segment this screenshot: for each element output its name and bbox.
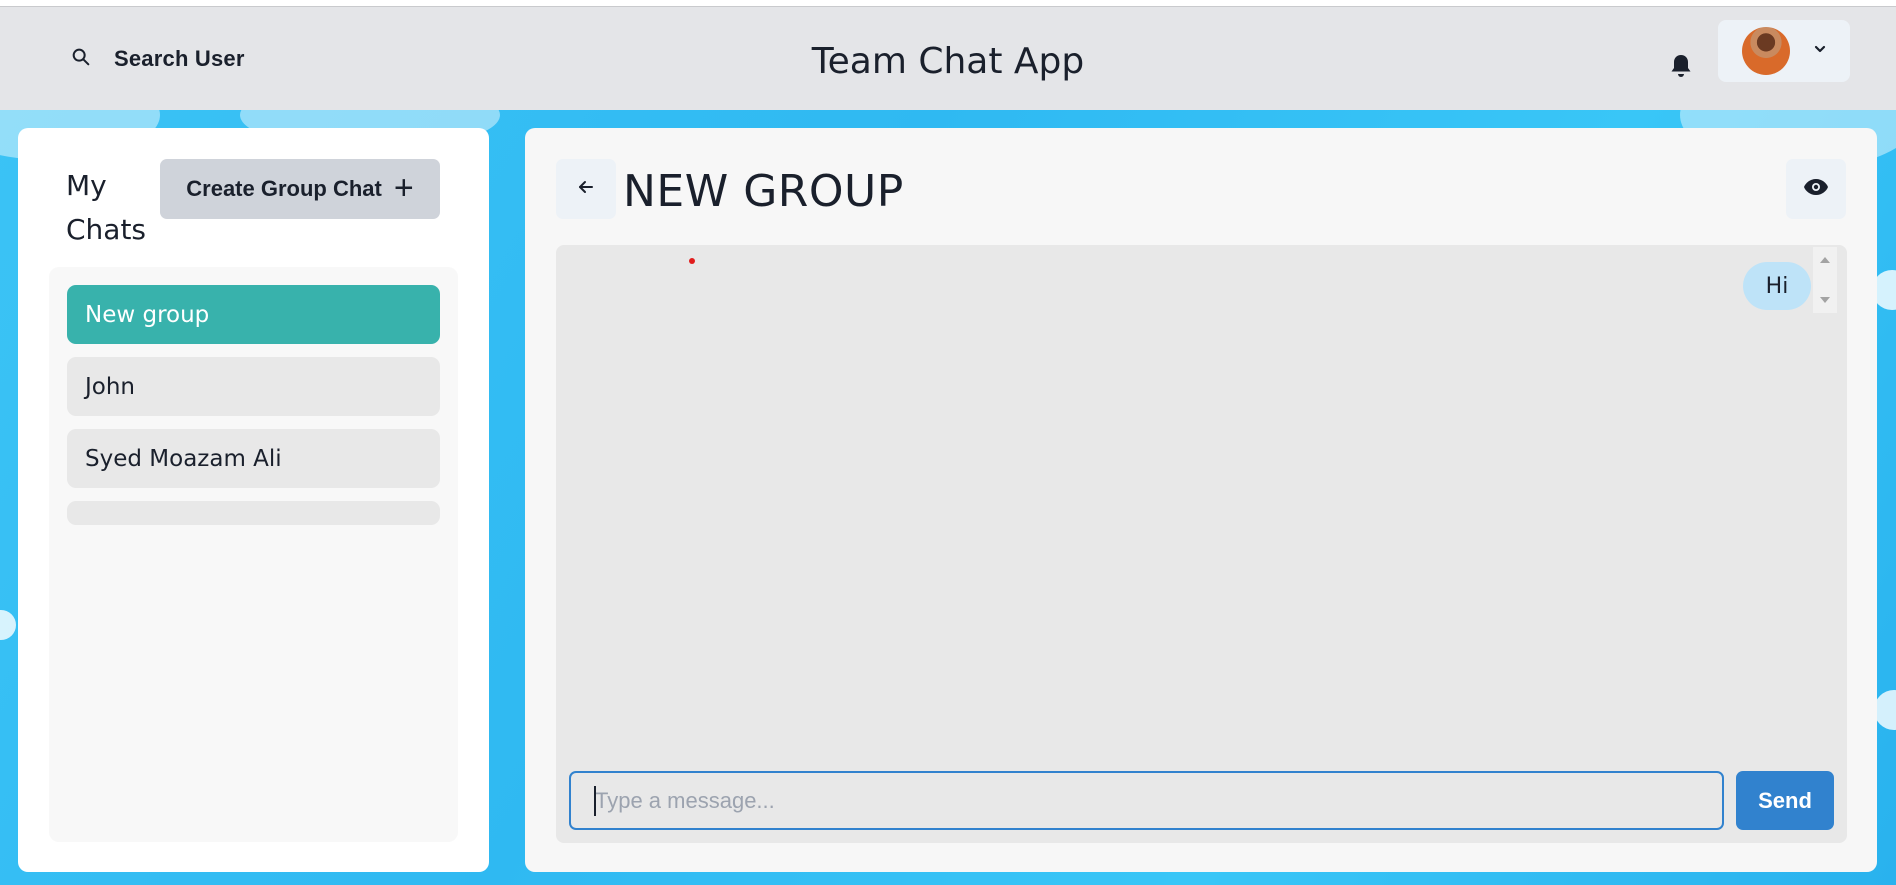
- messages-area: Hi Send: [556, 245, 1847, 843]
- plus-icon: +: [393, 168, 414, 207]
- avatar: [1742, 27, 1790, 75]
- chat-item-new-group[interactable]: New group: [67, 285, 440, 344]
- chat-title: NEW GROUP: [623, 166, 904, 217]
- my-chats-title: My Chats: [66, 169, 147, 246]
- chat-item-partial[interactable]: [67, 501, 440, 525]
- back-button[interactable]: [556, 159, 616, 219]
- app-title: Team Chat App: [811, 41, 1085, 82]
- create-group-chat-label: Create Group Chat: [186, 176, 382, 201]
- scroll-down-icon[interactable]: [1820, 297, 1830, 303]
- text-caret: [594, 786, 596, 816]
- my-chats-panel: My Chats Create Group Chat + New group J…: [18, 128, 489, 872]
- chat-item-label: Syed Moazam Ali: [85, 445, 282, 472]
- top-bar: Search User Team Chat App: [0, 6, 1896, 110]
- view-group-button[interactable]: [1786, 159, 1846, 219]
- messages-scrollbar[interactable]: [1813, 247, 1837, 313]
- create-group-chat-button[interactable]: Create Group Chat +: [160, 159, 440, 219]
- arrow-left-icon: [577, 178, 595, 201]
- send-button[interactable]: Send: [1736, 771, 1834, 830]
- chat-item-syed-moazam-ali[interactable]: Syed Moazam Ali: [67, 429, 440, 488]
- chat-list: New group John Syed Moazam Ali: [49, 267, 458, 842]
- chat-item-john[interactable]: John: [67, 357, 440, 416]
- chat-item-label: New group: [85, 301, 210, 328]
- chat-item-label: John: [85, 373, 136, 400]
- profile-menu-button[interactable]: [1718, 20, 1850, 82]
- status-dot: [689, 258, 695, 264]
- message-input[interactable]: [569, 771, 1724, 830]
- chat-panel: NEW GROUP Hi Send: [525, 128, 1877, 872]
- chevron-down-icon: [1812, 41, 1828, 62]
- bell-icon[interactable]: [1666, 51, 1696, 81]
- scroll-up-icon[interactable]: [1820, 257, 1830, 263]
- message-bubble: Hi: [1743, 262, 1811, 310]
- eye-icon: [1803, 178, 1829, 201]
